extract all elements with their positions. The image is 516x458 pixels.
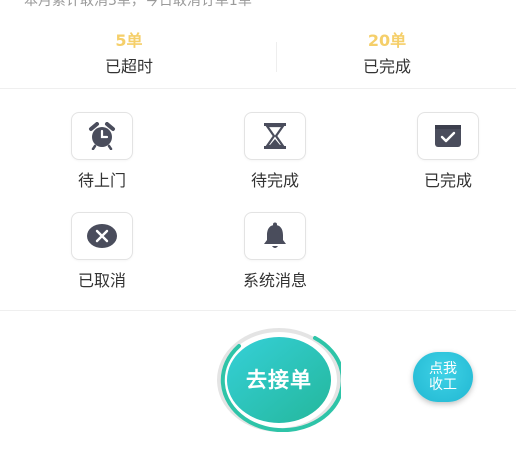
menu-to-complete[interactable]: 待完成: [215, 112, 335, 192]
menu-completed-label: 已完成: [423, 171, 472, 190]
divider: [0, 310, 516, 311]
divider: [0, 88, 516, 89]
icon-box: [244, 212, 306, 260]
icon-box: [71, 212, 133, 260]
menu-completed[interactable]: 已完成: [388, 112, 508, 192]
stat-completed-value: 20单: [367, 31, 407, 50]
menu-to-complete-label: 待完成: [250, 171, 299, 190]
order-stats: 5单 已超时 20单 已完成: [0, 30, 516, 86]
accept-orders-button[interactable]: 去接单: [217, 328, 341, 432]
bell-icon: [264, 222, 286, 248]
icon-box: [244, 112, 306, 160]
menu-cancelled-label: 已取消: [77, 271, 126, 290]
menu-cancelled[interactable]: 已取消: [42, 212, 162, 292]
stat-overdue[interactable]: 5单 已超时: [0, 30, 258, 78]
stat-completed-label: 已完成: [362, 57, 411, 76]
hourglass-icon: [264, 123, 286, 149]
menu-awaiting-visit[interactable]: 待上门: [42, 112, 162, 192]
monthly-summary-text: 本月累计取消3单，今日取消订单1单: [24, 0, 252, 9]
icon-box: [71, 112, 133, 160]
menu-system-messages-label: 系统消息: [242, 271, 307, 290]
stat-overdue-value: 5单: [115, 31, 143, 50]
cancel-circle-icon: [87, 224, 117, 248]
clock-out-label-line2: 收工: [429, 377, 457, 393]
menu-awaiting-visit-label: 待上门: [77, 171, 126, 190]
clock-out-button[interactable]: 点我 收工: [413, 352, 473, 402]
stat-completed[interactable]: 20单 已完成: [258, 30, 516, 78]
clock-out-label-line1: 点我: [429, 361, 457, 377]
check-box-icon: [435, 125, 461, 147]
stat-overdue-label: 已超时: [104, 57, 153, 76]
menu-system-messages[interactable]: 系统消息: [215, 212, 335, 292]
accept-orders-label: 去接单: [246, 368, 312, 392]
alarm-clock-icon: [89, 122, 115, 150]
icon-box: [417, 112, 479, 160]
